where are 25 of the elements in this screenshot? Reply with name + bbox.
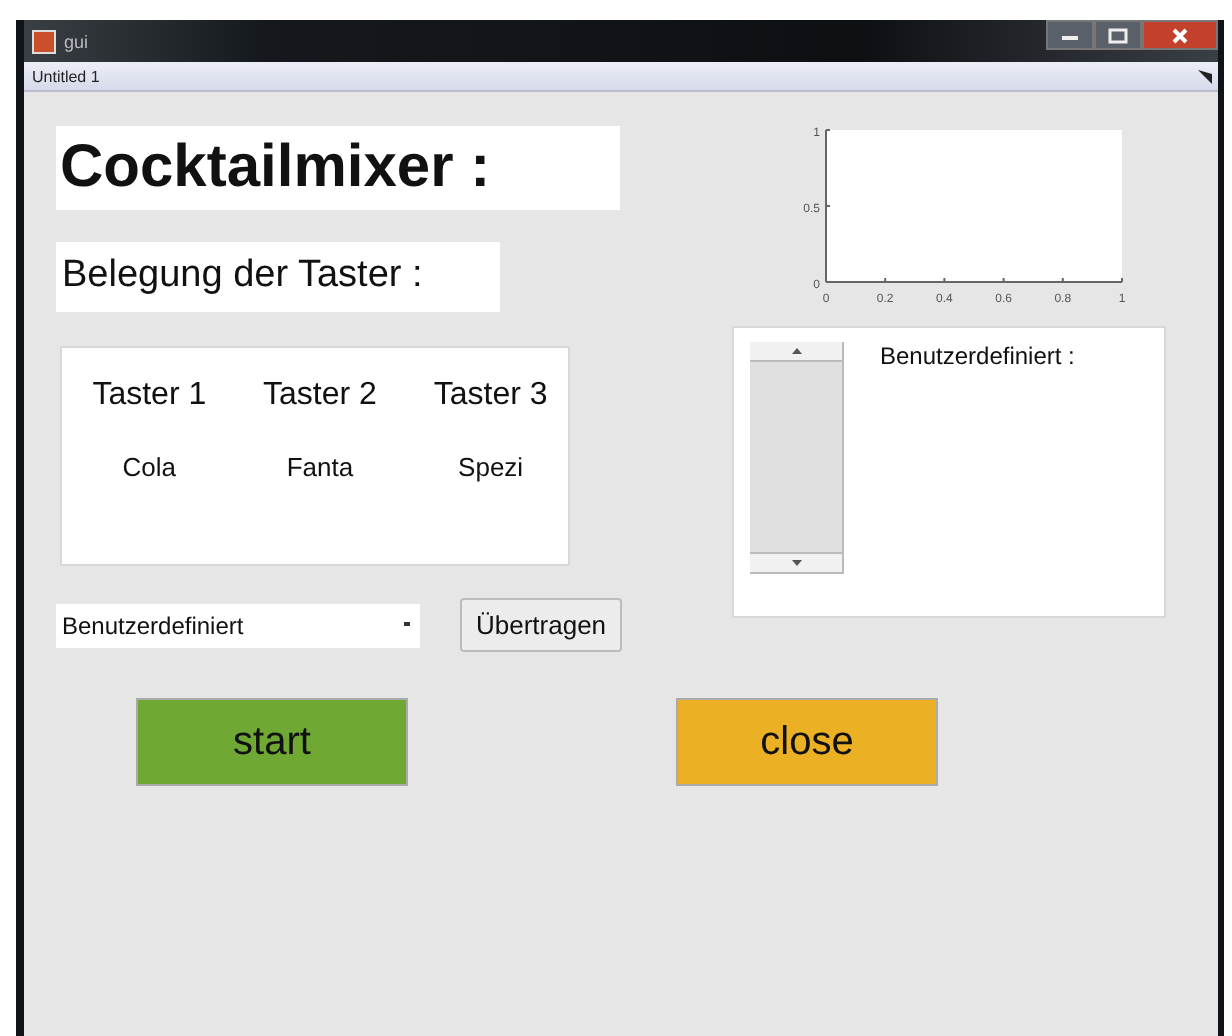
maximize-button[interactable] [1094, 20, 1142, 50]
maximize-icon [1108, 27, 1128, 43]
heading: Cocktailmixer : [56, 126, 620, 210]
button-label: Taster 1 [92, 378, 207, 414]
transfer-button[interactable]: Übertragen [460, 598, 623, 652]
minimize-button[interactable] [1046, 20, 1094, 50]
preset-dropdown[interactable]: Benutzerdefiniert [56, 603, 420, 647]
down-arrow-icon [791, 560, 801, 566]
up-arrow-icon [791, 348, 801, 354]
app-icon [32, 29, 56, 53]
close-icon [1170, 27, 1190, 43]
dropdown-arrow-icon[interactable] [404, 622, 412, 628]
document-tab[interactable]: Untitled 1 [32, 67, 100, 85]
custom-label: Benutzerdefiniert : [880, 342, 1075, 370]
undock-icon[interactable] [1198, 69, 1212, 83]
drink-label: Cola [122, 452, 177, 482]
drink-label: Fanta [286, 452, 354, 482]
button-label: Taster 2 [263, 378, 377, 414]
action-button[interactable]: close [676, 698, 938, 786]
close-button[interactable] [1142, 20, 1218, 50]
window-title: gui [64, 31, 89, 51]
subheading: Belegung der Taster : [56, 242, 500, 312]
action-button[interactable]: start [136, 698, 408, 786]
button-label: Taster 3 [433, 378, 548, 414]
drink-label: Spezi [458, 452, 524, 482]
